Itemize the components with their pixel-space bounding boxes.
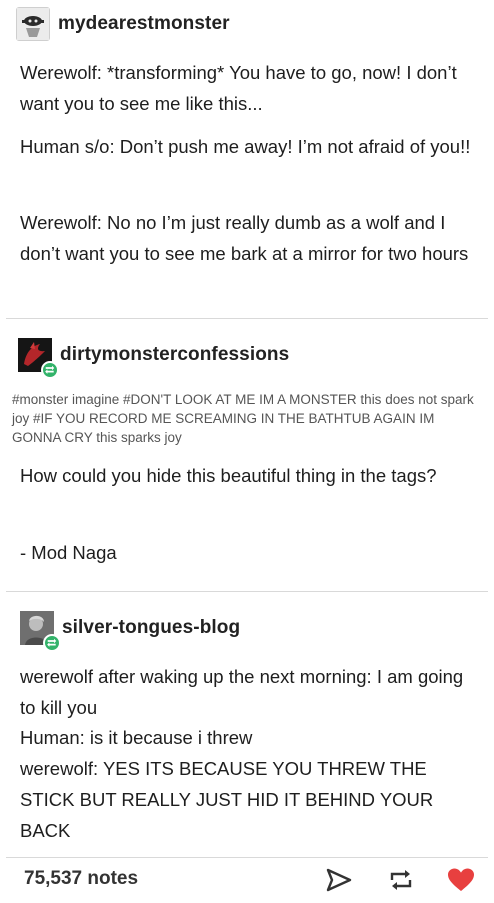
- reblog-badge-icon: [41, 361, 59, 379]
- post-silver-tongues-blog: silver-tongues-blog werewolf after wakin…: [0, 592, 494, 857]
- post-dirtymonsterconfessions: dirtymonsterconfessions #monster imagine…: [0, 319, 494, 591]
- post-header: mydearestmonster: [16, 7, 230, 41]
- post-tags[interactable]: #monster imagine #DON'T LOOK AT ME IM A …: [12, 390, 486, 447]
- post-body-paragraph: Human s/o: Don’t push me away! I’m not a…: [20, 136, 471, 157]
- post-body-line: werewolf after waking up the next mornin…: [20, 666, 464, 718]
- like-heart-icon[interactable]: [447, 867, 475, 898]
- post-header: silver-tongues-blog: [20, 611, 240, 652]
- username[interactable]: mydearestmonster: [58, 13, 230, 35]
- share-icon[interactable]: [325, 867, 353, 898]
- mask-avatar-icon: [17, 8, 49, 40]
- post-footer: 75,537 notes: [0, 858, 494, 903]
- reblog-icon[interactable]: [386, 867, 416, 898]
- post-header: dirtymonsterconfessions: [18, 338, 289, 379]
- post-mydearestmonster: mydearestmonster Werewolf: *transforming…: [0, 0, 494, 318]
- post-body-paragraph: Werewolf: *transforming* You have to go,…: [20, 62, 457, 114]
- username[interactable]: dirtymonsterconfessions: [60, 344, 289, 366]
- reblog-badge-icon: [43, 634, 61, 652]
- post-body-line: werewolf: YES ITS BECAUSE YOU THREW THE …: [20, 758, 434, 841]
- post-body-line: Human: is it because i threw: [20, 727, 253, 748]
- username[interactable]: silver-tongues-blog: [62, 617, 240, 639]
- avatar[interactable]: [20, 611, 61, 652]
- post-body-paragraph: How could you hide this beautiful thing …: [20, 465, 437, 486]
- post-signature: - Mod Naga: [20, 542, 117, 563]
- post-body-paragraph: Werewolf: No no I’m just really dumb as …: [20, 212, 469, 264]
- avatar[interactable]: [16, 7, 50, 41]
- notes-count[interactable]: 75,537 notes: [24, 868, 138, 890]
- avatar[interactable]: [18, 338, 59, 379]
